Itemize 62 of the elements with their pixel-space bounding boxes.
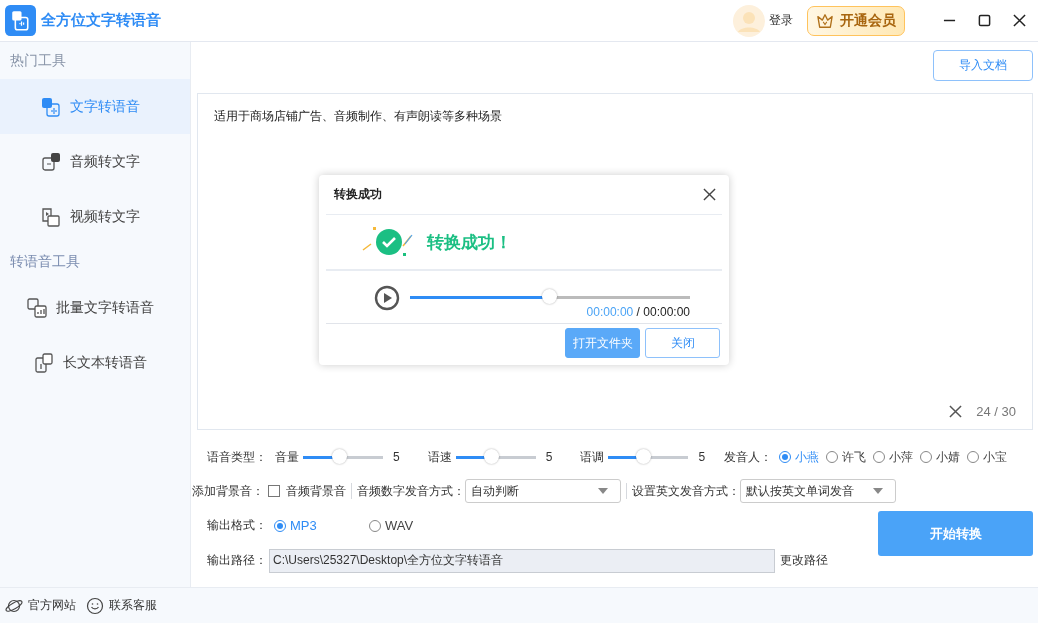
format-radio[interactable]: WAV	[369, 518, 457, 533]
total-time: 00:00:00	[643, 305, 690, 319]
sidebar-item[interactable]: 批量文字转语音	[0, 280, 190, 335]
import-document-button[interactable]: 导入文档	[933, 50, 1033, 81]
output-format-label: 输出格式：	[207, 517, 267, 534]
speaker-radio[interactable]: 许飞	[826, 448, 867, 466]
text-editor[interactable]: 适用于商场店铺广告、音频制作、有声朗读等多种场景 24 / 30 转换成功 转换成功！ 00:00:00 / 00:00:00 打开文件夹 关闭	[197, 93, 1033, 430]
speaker-radio[interactable]: 小燕	[779, 448, 820, 466]
sidebar-item[interactable]: 音频转文字	[0, 134, 190, 189]
smiley-icon	[86, 596, 104, 615]
document-audio-icon	[33, 352, 54, 373]
background-sound-label: 添加背景音：	[192, 482, 264, 500]
background-sound-checkbox[interactable]: 音频背景音	[268, 482, 346, 500]
video-to-text-icon	[40, 206, 61, 227]
login-link[interactable]: 登录	[769, 12, 793, 29]
speaker-label: 发音人：	[724, 448, 773, 466]
slider-value: 5	[545, 450, 553, 464]
number-pronunciation-dropdown[interactable]: 自动判断	[465, 479, 621, 503]
slider-value: 5	[698, 450, 706, 464]
current-time: 00:00:00	[586, 305, 634, 319]
success-message: 转换成功！	[427, 231, 512, 254]
close-icon[interactable]	[1013, 14, 1026, 27]
number-pronunciation-label: 音频数字发音方式：	[357, 482, 465, 500]
dropdown-caret-icon	[598, 488, 608, 494]
vip-button[interactable]: 开通会员	[807, 5, 905, 36]
time-separator: /	[636, 305, 640, 319]
sidebar-item[interactable]: 长文本转语音	[0, 335, 190, 390]
speaker-radio[interactable]: 小萍	[873, 448, 914, 466]
editor-text: 适用于商场店铺广告、音频制作、有声朗读等多种场景	[214, 108, 503, 125]
slider-value: 5	[393, 450, 400, 464]
app-title: 全方位文字转语音	[41, 11, 161, 30]
close-button[interactable]: 关闭	[645, 328, 720, 358]
english-pronunciation-label: 设置英文发音方式：	[632, 482, 740, 500]
speaker-radio[interactable]: 小婧	[920, 448, 961, 466]
dropdown-caret-icon	[873, 488, 883, 494]
format-radio[interactable]: MP3	[274, 518, 362, 533]
app-logo-icon	[5, 5, 36, 36]
maximize-icon[interactable]	[978, 14, 991, 27]
official-website-link[interactable]: 官方网站	[5, 596, 76, 615]
crown-icon	[816, 12, 834, 29]
avatar-icon	[733, 4, 765, 37]
voice-type-label: 语音类型：	[207, 448, 267, 466]
close-icon[interactable]	[703, 188, 716, 201]
speaker-radio[interactable]: 小宝	[967, 448, 1008, 466]
output-path-field[interactable]: C:\Users\25327\Desktop\全方位文字转语音	[269, 548, 775, 573]
slider-label: 语调	[580, 448, 605, 466]
clear-icon[interactable]	[949, 405, 963, 418]
output-path-label: 输出路径：	[207, 552, 267, 569]
character-counter: 24 / 30	[976, 404, 1016, 419]
english-pronunciation-dropdown[interactable]: 默认按英文单词发音	[740, 479, 896, 503]
change-path-link[interactable]: 更改路径	[780, 552, 828, 569]
customer-service-link[interactable]: 联系客服	[86, 596, 157, 615]
slider-label: 音量	[275, 448, 299, 466]
sidebar-item[interactable]: 视频转文字	[0, 189, 190, 244]
text-to-audio-icon	[40, 96, 61, 117]
batch-text-icon	[26, 297, 47, 318]
slider-label: 语速	[427, 448, 452, 466]
sidebar-group-title: 转语音工具	[9, 252, 81, 271]
sidebar-group-title: 热门工具	[9, 51, 67, 70]
play-icon[interactable]	[374, 285, 400, 311]
dialog-title: 转换成功	[334, 186, 382, 203]
audio-to-text-icon	[40, 151, 61, 172]
